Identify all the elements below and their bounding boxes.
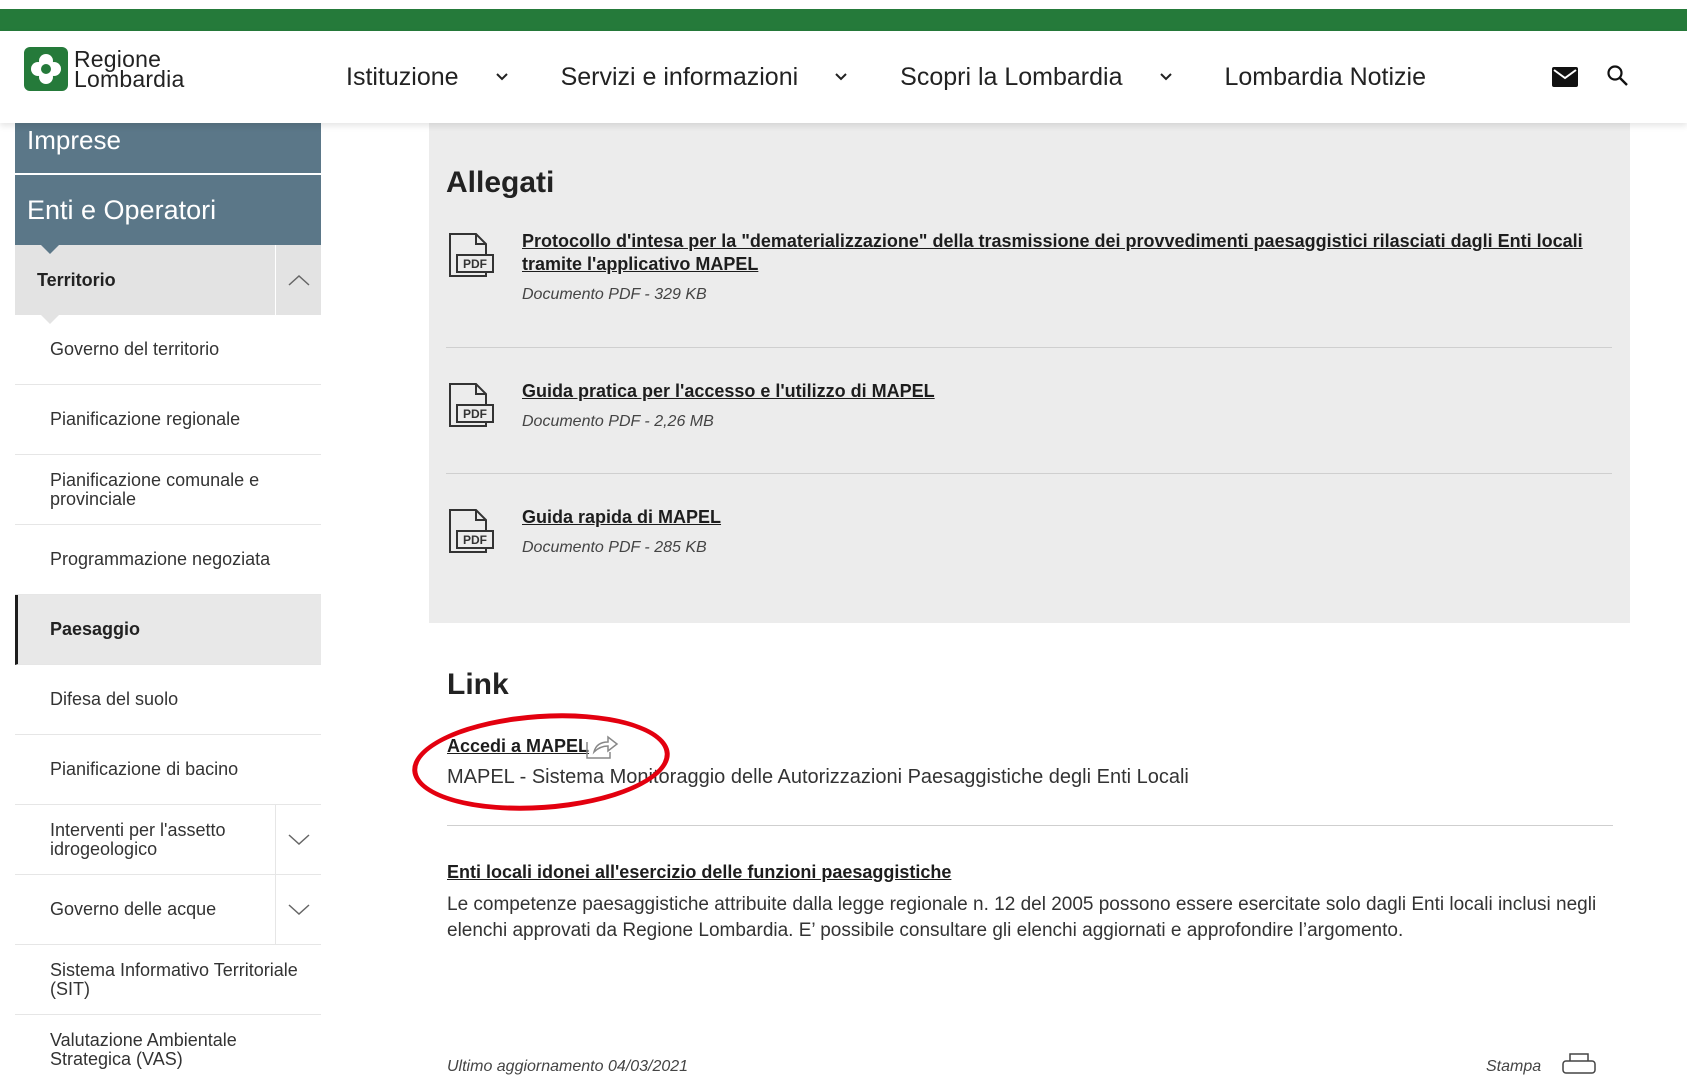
logo-line-2: Lombardia — [74, 66, 185, 92]
enti-locali-description: Le competenze paesaggistiche attribuite … — [447, 894, 1597, 941]
attachment-link[interactable]: Guida pratica per l'accesso e l'utilizzo… — [522, 380, 1592, 403]
expand-toggle[interactable] — [275, 805, 321, 874]
attachment-item: PDF Guida pratica per l'accesso e l'util… — [446, 380, 1612, 440]
chevron-down-icon — [287, 903, 310, 915]
pdf-label: PDF — [463, 407, 487, 421]
attachment-link[interactable]: Protocollo d'intesa per la "dematerializ… — [522, 230, 1592, 276]
expand-toggle[interactable] — [275, 875, 321, 944]
sidebar-item-pianificazione-regionale[interactable]: Pianificazione regionale — [15, 385, 321, 455]
attachment-meta: Documento PDF - 329 KB — [522, 286, 707, 303]
nav-label: Servizi e informazioni — [560, 62, 799, 91]
attachment-item: PDF Guida rapida di MAPEL Documento PDF … — [446, 506, 1612, 566]
sidebar-section-label: Territorio — [37, 269, 116, 290]
pdf-icon: PDF — [449, 383, 494, 427]
sidebar-enti-operatori[interactable]: Enti e Operatori — [15, 175, 321, 254]
nav-istituzione[interactable]: Istituzione — [346, 63, 509, 92]
search-icon[interactable] — [1606, 64, 1630, 88]
nav-label: Istituzione — [346, 62, 459, 91]
nav-label: Scopri la Lombardia — [900, 62, 1123, 91]
chevron-down-icon — [835, 73, 847, 81]
sidebar-section-territorio[interactable]: Territorio — [15, 245, 321, 324]
attachment-meta: Documento PDF - 285 KB — [522, 539, 707, 556]
sidebar-item-label: Sistema Informativo Territoriale (SIT) — [50, 959, 298, 999]
enti-locali-link[interactable]: Enti locali idonei all'esercizio delle f… — [447, 862, 951, 883]
link-section-title: Link — [447, 668, 509, 701]
sidebar-item-interventi-assetto[interactable]: Interventi per l'assetto idrogeologico — [15, 805, 321, 875]
sidebar-item-label: Valutazione Ambientale Strategica (VAS) — [50, 1029, 237, 1069]
collapse-toggle[interactable] — [275, 245, 321, 315]
notch — [41, 315, 59, 324]
regione-lombardia-logo-icon — [24, 47, 68, 91]
sidebar-item-label: Pianificazione comunale e provinciale — [50, 469, 260, 509]
sidebar-item-programmazione-negoziata[interactable]: Programmazione negoziata — [15, 525, 321, 595]
nav-notizie[interactable]: Lombardia Notizie — [1225, 63, 1427, 92]
chevron-up-icon — [287, 274, 310, 286]
mail-icon[interactable] — [1552, 67, 1578, 87]
nav-servizi[interactable]: Servizi e informazioni — [561, 63, 849, 92]
site-header: Regione Lombardia Istituzione Servizi e … — [0, 31, 1687, 123]
sidebar-item-label: Interventi per l'assetto idrogeologico — [50, 819, 226, 859]
sidebar-item-pianificazione-comunale[interactable]: Pianificazione comunale e provinciale — [15, 455, 321, 525]
sidebar-item-label: Governo delle acque — [50, 899, 217, 919]
highlight-ellipse — [408, 705, 674, 819]
sidebar-imprese[interactable]: Imprese — [15, 123, 321, 173]
attachment-link[interactable]: Guida rapida di MAPEL — [522, 506, 1592, 529]
sidebar-enti-label: Enti e Operatori — [27, 194, 217, 225]
main-nav: Istituzione Servizi e informazioni Scopr… — [346, 31, 1478, 123]
sidebar-item-pianificazione-bacino[interactable]: Pianificazione di bacino — [15, 735, 321, 805]
sidebar-item-governo-territorio[interactable]: Governo del territorio — [15, 315, 321, 385]
site-logo[interactable]: Regione Lombardia — [24, 47, 184, 91]
attachment-item: PDF Protocollo d'intesa per la "demateri… — [446, 230, 1612, 320]
nav-label: Lombardia Notizie — [1224, 62, 1427, 91]
last-updated: Ultimo aggiornamento 04/03/2021 — [447, 1058, 689, 1075]
pdf-icon: PDF — [449, 233, 494, 277]
allegati-title: Allegati — [446, 166, 555, 199]
sidebar-item-label: Pianificazione regionale — [50, 409, 241, 429]
pdf-label: PDF — [463, 257, 487, 271]
sidebar-item-label: Pianificazione di bacino — [50, 759, 239, 779]
print-icon[interactable] — [1561, 1052, 1597, 1076]
sidebar-item-label: Programmazione negoziata — [50, 549, 271, 569]
sidebar-item-difesa-suolo[interactable]: Difesa del suolo — [15, 665, 321, 735]
divider — [446, 347, 1612, 348]
divider — [446, 473, 1612, 474]
sidebar-item-label: Difesa del suolo — [50, 689, 179, 709]
sidebar-item-vas[interactable]: Valutazione Ambientale Strategica (VAS) — [15, 1015, 321, 1077]
logo-text: Regione Lombardia — [74, 48, 185, 92]
sidebar-item-label: Paesaggio — [50, 619, 141, 639]
top-brand-bar — [0, 9, 1687, 31]
chevron-down-icon — [1159, 73, 1172, 81]
print-label[interactable]: Stampa — [1486, 1058, 1541, 1076]
chevron-down-icon — [287, 833, 310, 845]
nav-scopri[interactable]: Scopri la Lombardia — [900, 63, 1172, 92]
sidebar-item-label: Governo del territorio — [50, 339, 220, 359]
allegati-section: Allegati PDF Protocollo d'intesa per la … — [429, 123, 1630, 623]
pdf-label: PDF — [463, 533, 487, 547]
divider — [447, 825, 1613, 826]
sidebar-item-sit[interactable]: Sistema Informativo Territoriale (SIT) — [15, 945, 321, 1015]
sidebar-item-governo-acque[interactable]: Governo delle acque — [15, 875, 321, 945]
sidebar: Imprese Enti e Operatori Territorio Gove… — [15, 123, 321, 1077]
chevron-down-icon — [495, 73, 508, 81]
sidebar-item-paesaggio[interactable]: Paesaggio — [15, 595, 321, 665]
pdf-icon: PDF — [449, 509, 494, 553]
attachment-meta: Documento PDF - 2,26 MB — [522, 413, 714, 430]
notch — [41, 245, 59, 254]
